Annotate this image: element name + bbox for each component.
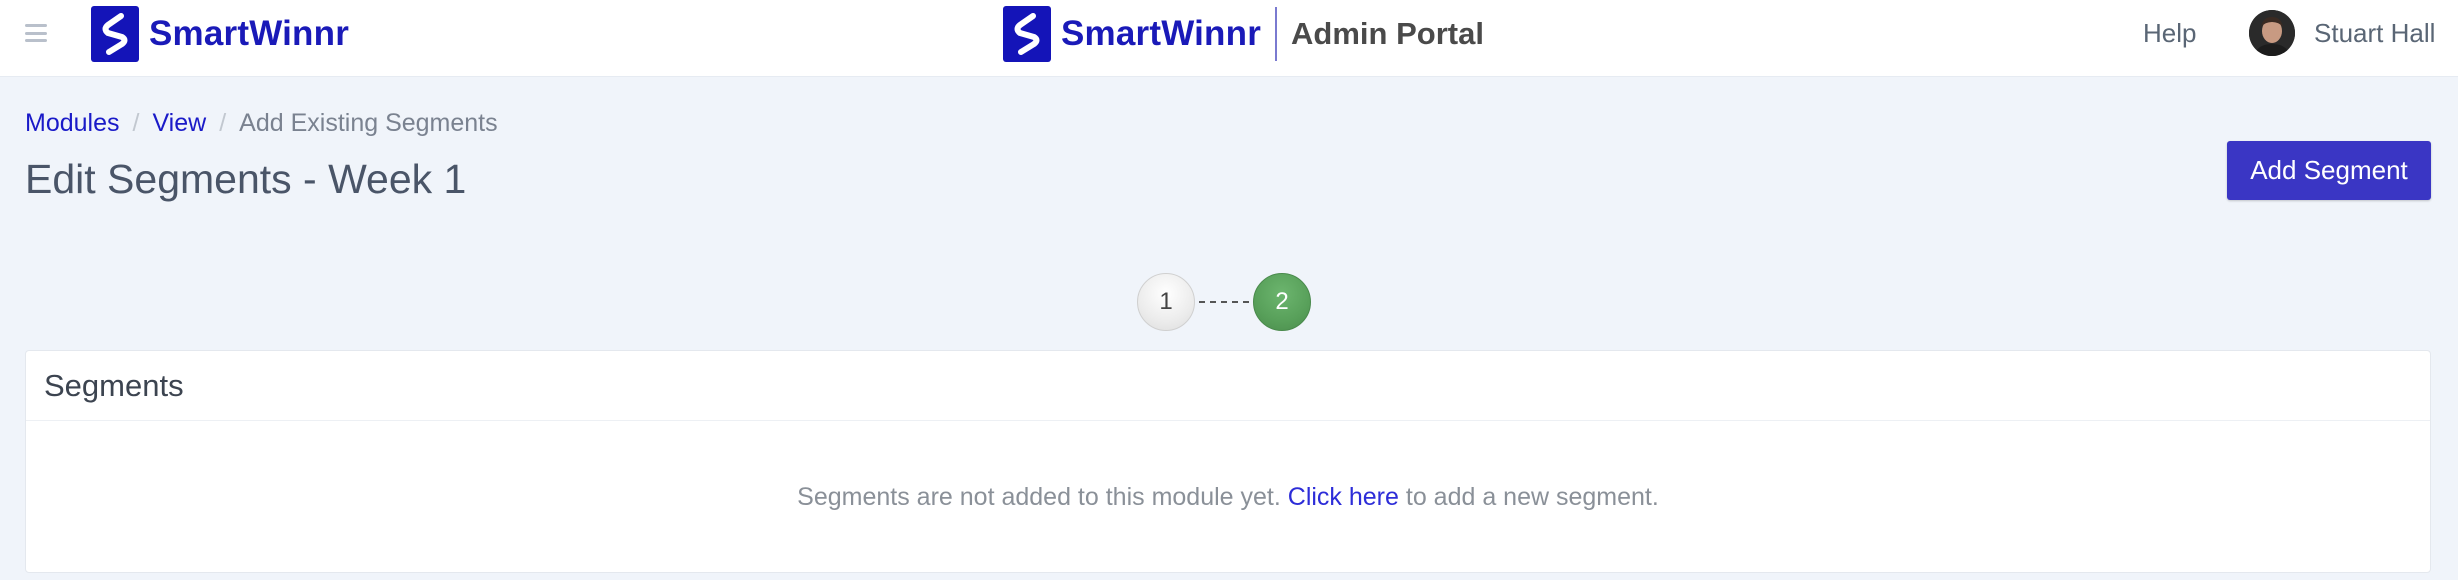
hamburger-menu-icon[interactable] xyxy=(25,24,47,42)
segments-card-title: Segments xyxy=(26,351,2430,421)
top-navbar: SmartWinnr SmartWinnr Admin Portal Help … xyxy=(0,0,2458,77)
empty-state-text-suffix: to add a new segment. xyxy=(1405,483,1659,511)
breadcrumb-modules-link[interactable]: Modules xyxy=(25,109,120,138)
step-1[interactable]: 1 xyxy=(1137,273,1195,331)
add-segment-link[interactable]: Click here xyxy=(1288,483,1399,512)
breadcrumb-current: Add Existing Segments xyxy=(239,109,498,137)
breadcrumb-view-link[interactable]: View xyxy=(152,109,206,138)
portal-brand: SmartWinnr Admin Portal xyxy=(1003,6,1484,62)
help-link[interactable]: Help xyxy=(2143,18,2196,49)
step-2[interactable]: 2 xyxy=(1253,273,1311,331)
user-name: Stuart Hall xyxy=(2314,17,2436,48)
brand-logo-link[interactable]: SmartWinnr xyxy=(91,6,349,62)
portal-title: Admin Portal xyxy=(1291,16,1484,51)
breadcrumb: Modules / View / Add Existing Segments xyxy=(25,109,498,138)
user-menu[interactable]: Stuart Hall xyxy=(2249,10,2435,56)
segments-card: Segments Segments are not added to this … xyxy=(25,350,2431,573)
step-connector xyxy=(1199,301,1249,303)
brand-divider xyxy=(1275,7,1278,61)
empty-state-text: Segments are not added to this module ye… xyxy=(797,483,1281,511)
page-title: Edit Segments - Week 1 xyxy=(25,156,467,202)
smartwinnr-logo-icon xyxy=(1003,6,1051,62)
stepper: 1 2 xyxy=(1137,273,1311,331)
segments-empty-state: Segments are not added to this module ye… xyxy=(26,421,2430,574)
breadcrumb-separator: / xyxy=(132,109,140,137)
add-segment-button[interactable]: Add Segment xyxy=(2227,141,2431,200)
brand-name: SmartWinnr xyxy=(149,14,350,53)
breadcrumb-separator: / xyxy=(219,109,227,137)
brand-name: SmartWinnr xyxy=(1061,14,1262,53)
smartwinnr-logo-icon xyxy=(91,6,139,62)
user-avatar[interactable] xyxy=(2249,10,2295,56)
